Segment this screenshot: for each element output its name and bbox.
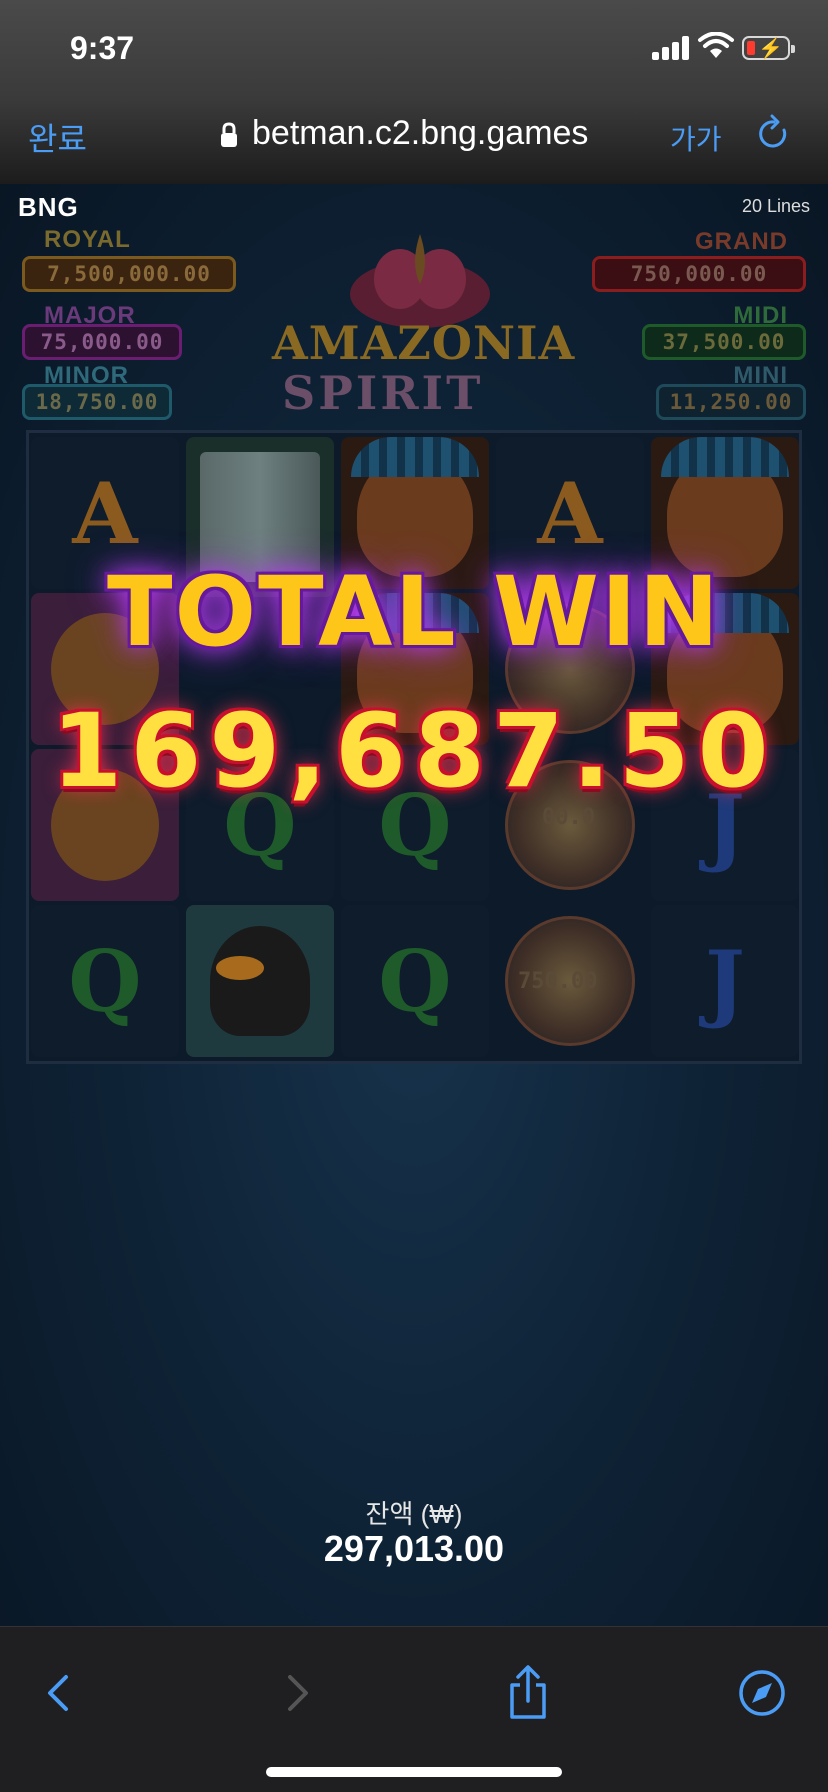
url-address[interactable]: betman.c2.bng.games — [252, 114, 588, 153]
symbol-q: Q — [31, 905, 179, 1057]
reload-icon[interactable] — [756, 114, 792, 154]
balance-value: 297,013.00 — [323, 1528, 505, 1569]
text-size-button[interactable]: 가가 — [670, 118, 722, 158]
forward-icon[interactable] — [266, 1663, 326, 1723]
jackpot-minor-value: 18,750.00 — [22, 384, 172, 420]
share-icon[interactable] — [498, 1663, 558, 1723]
home-indicator — [266, 1767, 562, 1777]
back-icon[interactable] — [30, 1663, 90, 1723]
jackpot-major-value: 75,000.00 — [22, 324, 182, 360]
cellular-signal-icon — [652, 36, 690, 60]
total-win-amount: 169,687.50 — [51, 692, 777, 811]
jackpot-mini-value: 11,250.00 — [656, 384, 806, 420]
safari-toolbar — [0, 1626, 828, 1792]
cell-value: 750.00 — [518, 969, 598, 994]
provider-logo: BNG — [18, 192, 79, 222]
compass-icon[interactable] — [732, 1663, 792, 1723]
wifi-icon — [698, 32, 734, 58]
game-title-line1: AMAZONIA — [272, 316, 576, 370]
game-title-line2: SPIRIT — [282, 366, 484, 420]
lock-icon — [221, 122, 237, 147]
symbol-j: J — [651, 905, 799, 1057]
status-time: 9:37 — [70, 30, 135, 66]
symbol-butterfly: 750.00 — [496, 905, 644, 1057]
safari-url-bar: 완료 betman.c2.bng.games 가가 — [0, 100, 828, 184]
jackpot-royal-label: ROYAL — [44, 226, 131, 253]
lines-label: 20 Lines — [741, 196, 810, 216]
done-button[interactable]: 완료 — [28, 114, 87, 160]
balance-label: 잔액 (₩) — [365, 1499, 463, 1529]
symbol-toucan — [186, 905, 334, 1057]
status-bar: 9:37 ⚡ — [0, 0, 828, 100]
symbol-q: Q — [341, 905, 489, 1057]
slot-game-canvas[interactable]: BNG 20 Lines ROYAL 7,500,000.00 MAJOR 75… — [0, 184, 828, 1626]
jackpot-grand-value: 750,000.00 — [592, 256, 806, 292]
jackpot-grand-label: GRAND — [695, 228, 788, 255]
jackpot-royal-value: 7,500,000.00 — [22, 256, 236, 292]
battery-icon: ⚡ — [742, 36, 795, 60]
jackpot-midi-value: 37,500.00 — [642, 324, 806, 360]
total-win-label: TOTAL WIN — [107, 556, 721, 668]
